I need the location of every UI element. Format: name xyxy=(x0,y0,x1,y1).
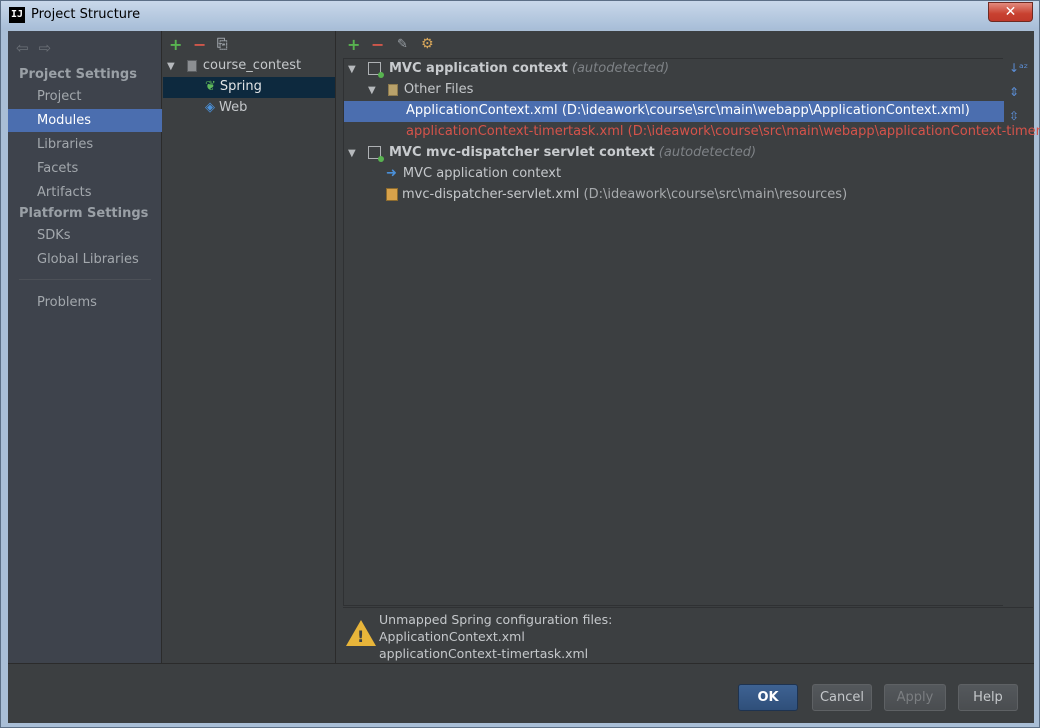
warning-file: ApplicationContext.xml xyxy=(379,629,525,644)
facet-web-label: Web xyxy=(219,100,248,115)
sidebar-item-sdks[interactable]: SDKs xyxy=(8,224,162,247)
settings-wrench-icon[interactable]: ⚙ xyxy=(421,36,434,52)
warning-panel: ! Unmapped Spring configuration files: A… xyxy=(343,607,1033,663)
close-button[interactable]: ✕ xyxy=(988,2,1033,22)
collapse-all-icon[interactable]: ⇳ xyxy=(1009,109,1027,133)
nav-arrows: ⇦ ⇨ xyxy=(16,39,61,57)
sidebar-item-artifacts[interactable]: Artifacts xyxy=(8,181,162,204)
context-group-label: MVC application context xyxy=(388,61,568,76)
sidebar-item-problems[interactable]: Problems xyxy=(8,291,162,314)
module-root-row[interactable]: ▼ course_contest xyxy=(167,56,301,76)
tree-side-toolbar: ↓ᵃᶻ ⇕ ⇳ xyxy=(1009,61,1028,133)
settings-sidebar: ⇦ ⇨ Project Settings Project Modules Libr… xyxy=(8,31,162,663)
sidebar-item-libraries[interactable]: Libraries xyxy=(8,133,162,156)
file-row-applicationcontext[interactable]: ApplicationContext.xml (D:\ideawork\cour… xyxy=(406,101,970,121)
context-group-row[interactable]: ▼ MVC application context (autodetected) xyxy=(348,59,669,79)
facet-web-row[interactable]: ◈ Web xyxy=(205,98,247,118)
sidebar-divider xyxy=(19,279,151,280)
dialog-footer: OK Cancel Apply Help xyxy=(8,663,1034,723)
autodetected-tag: (autodetected) xyxy=(658,145,757,160)
sidebar-item-modules[interactable]: Modules xyxy=(8,109,162,132)
add-icon[interactable]: + xyxy=(169,35,182,54)
spring-xml-icon xyxy=(386,188,398,201)
context-group-label: MVC mvc-dispatcher servlet context xyxy=(388,145,655,160)
parent-context-label: MVC application context xyxy=(402,166,562,181)
facet-spring-row[interactable]: ❦ Spring xyxy=(205,77,262,97)
expand-triangle-icon[interactable]: ▼ xyxy=(348,148,356,159)
autodetected-tag: (autodetected) xyxy=(571,61,670,76)
parent-context-row[interactable]: ➜ MVC application context xyxy=(386,164,561,184)
file-name: applicationContext-timertask.xml xyxy=(406,124,624,139)
back-arrow-icon[interactable]: ⇦ xyxy=(16,39,29,57)
sort-az-icon[interactable]: ↓ᵃᶻ xyxy=(1009,61,1028,85)
folder-icon xyxy=(387,83,398,96)
spring-facet-panel: + − ✎ ⚙ ▼ MVC application context (autod… xyxy=(337,31,1040,663)
forward-arrow-icon[interactable]: ⇨ xyxy=(39,39,52,57)
spring-leaf-icon: ❦ xyxy=(205,79,216,94)
apply-button[interactable]: Apply xyxy=(884,684,946,711)
facet-spring-label: Spring xyxy=(219,79,262,94)
expand-all-icon[interactable]: ⇕ xyxy=(1009,85,1027,109)
file-path: (D:\ideawork\course\src\main\webapp\Appl… xyxy=(561,103,970,118)
spring-context-icon xyxy=(367,62,384,78)
other-files-row[interactable]: ▼ Other Files xyxy=(368,80,473,100)
warning-exclamation: ! xyxy=(357,627,365,646)
file-name: ApplicationContext.xml xyxy=(406,103,558,118)
dialog-content: ⇦ ⇨ Project Settings Project Modules Libr… xyxy=(8,31,1040,723)
file-row-timertask[interactable]: applicationContext-timertask.xml (D:\ide… xyxy=(406,122,1040,142)
ok-button[interactable]: OK xyxy=(738,684,798,711)
sidebar-item-facets[interactable]: Facets xyxy=(8,157,162,180)
project-settings-heading: Project Settings xyxy=(19,67,137,82)
other-files-label: Other Files xyxy=(403,82,474,97)
expand-triangle-icon[interactable]: ▼ xyxy=(368,85,376,96)
add-context-icon[interactable]: + xyxy=(347,35,360,54)
arrow-right-icon: ➜ xyxy=(386,166,397,181)
file-row-dispatcher[interactable]: mvc-dispatcher-servlet.xml (D:\ideawork\… xyxy=(386,185,847,205)
remove-context-icon[interactable]: − xyxy=(371,35,384,54)
platform-settings-heading: Platform Settings xyxy=(19,206,149,221)
file-path: (D:\ideawork\course\src\main\webapp\appl… xyxy=(627,124,1040,139)
project-structure-window: IJ Project Structure ✕ ⇦ ⇨ Project Settin… xyxy=(0,0,1040,728)
remove-icon[interactable]: − xyxy=(193,35,206,54)
sidebar-item-project[interactable]: Project xyxy=(8,85,162,108)
edit-pencil-icon[interactable]: ✎ xyxy=(397,37,408,52)
warning-title: Unmapped Spring configuration files: xyxy=(379,612,613,627)
context-tree: ▼ MVC application context (autodetected)… xyxy=(343,58,1040,633)
sidebar-item-global-libraries[interactable]: Global Libraries xyxy=(8,248,162,271)
context-group-row[interactable]: ▼ MVC mvc-dispatcher servlet context (au… xyxy=(348,143,756,163)
warning-file: applicationContext-timertask.xml xyxy=(379,646,589,661)
file-name: mvc-dispatcher-servlet.xml xyxy=(402,187,580,202)
help-button[interactable]: Help xyxy=(958,684,1018,711)
web-icon: ◈ xyxy=(205,100,215,115)
expand-triangle-icon[interactable]: ▼ xyxy=(167,61,175,72)
file-path: (D:\ideawork\course\src\main\resources) xyxy=(583,187,848,202)
spring-context-icon xyxy=(367,146,384,162)
expand-triangle-icon[interactable]: ▼ xyxy=(348,64,356,75)
title-bar[interactable]: IJ Project Structure ✕ xyxy=(1,1,1039,29)
module-folder-icon xyxy=(186,59,197,72)
cancel-button[interactable]: Cancel xyxy=(812,684,872,711)
modules-panel: + − ⎘ ▼ course_contest ❦ Spring ◈ Web xyxy=(163,31,336,663)
module-name: course_contest xyxy=(202,58,302,73)
intellij-app-icon: IJ xyxy=(9,7,25,23)
window-title: Project Structure xyxy=(31,7,141,22)
copy-icon[interactable]: ⎘ xyxy=(217,37,227,52)
